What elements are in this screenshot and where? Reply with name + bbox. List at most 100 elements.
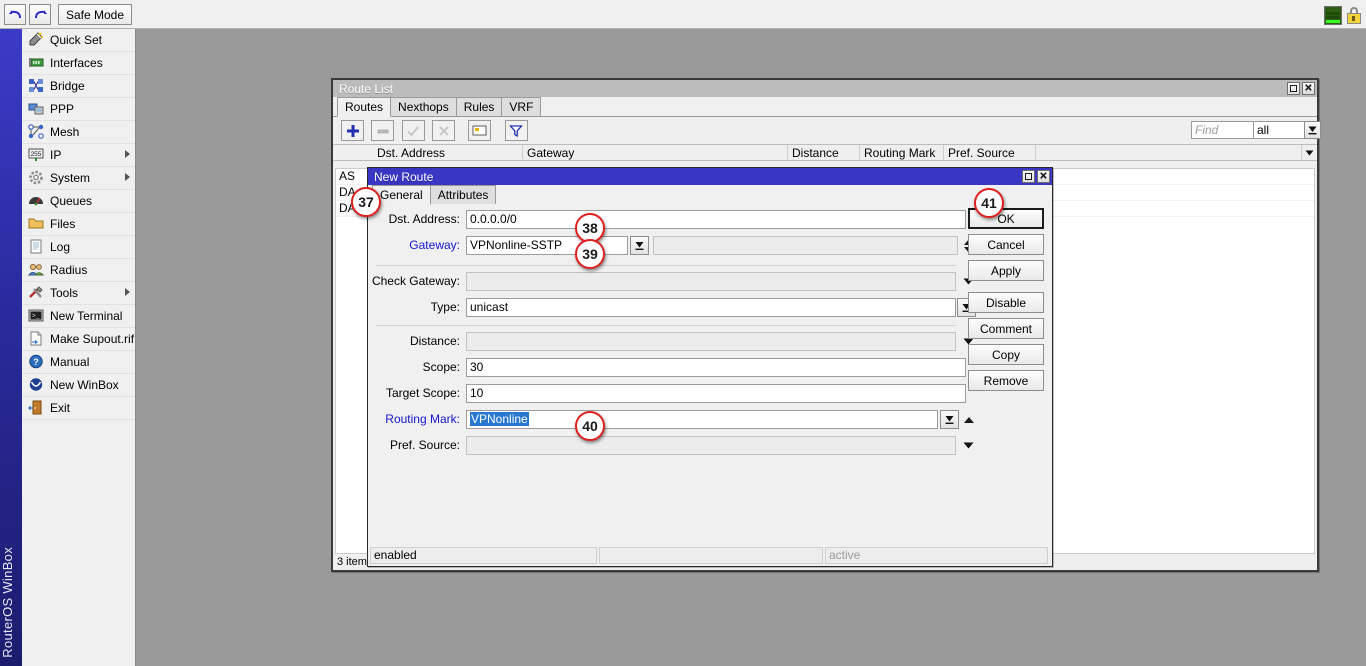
field-input[interactable]	[466, 332, 956, 351]
new-route-dialog: New Route ✕ General Attributes Dst. Addre…	[367, 167, 1053, 567]
sidebar-item-mesh[interactable]: Mesh	[22, 121, 135, 144]
sidebar-item-label: New WinBox	[50, 378, 119, 392]
sidebar-menu: Quick Set Interfaces Bridge PPP Mesh 255 IP Sys…	[22, 29, 135, 420]
sidebar-item-label: Queues	[50, 194, 93, 208]
sidebar-item-make-supout-rif[interactable]: Make Supout.rif	[22, 328, 135, 351]
sidebar-item-label: Exit	[50, 401, 71, 415]
sidebar-item-system[interactable]: System	[22, 167, 135, 190]
column-options-button[interactable]	[1301, 145, 1317, 160]
form-row: Type: unicast	[368, 298, 976, 324]
tab-routes[interactable]: Routes	[337, 97, 392, 117]
sidebar-item-label: Tools	[50, 286, 79, 300]
form-row: Check Gateway:	[368, 272, 973, 298]
callout-badge-37: 37	[351, 187, 381, 217]
sidebar-item-label: Files	[50, 217, 76, 231]
queues-icon	[28, 193, 45, 209]
sidebar-item-bridge[interactable]: Bridge	[22, 75, 135, 98]
status-enabled: enabled	[370, 547, 597, 564]
route-list-maximize-button[interactable]	[1287, 82, 1300, 95]
field-input[interactable]: VPNonline	[466, 410, 938, 429]
chevron-down-icon	[635, 241, 644, 250]
tab-nexthops[interactable]: Nexthops	[390, 97, 457, 116]
new-route-titlebar[interactable]: New Route ✕	[368, 168, 1052, 185]
field-input[interactable]: 30	[466, 358, 966, 377]
field-input[interactable]	[466, 272, 956, 291]
cancel-button[interactable]: Cancel	[968, 234, 1044, 255]
field-label: Distance:	[409, 334, 460, 348]
form-row: Gateway: VPNonline-SSTP	[368, 236, 974, 262]
chevron-down-icon	[963, 442, 973, 449]
disable-button[interactable]: Disable	[968, 292, 1044, 313]
chevron-down-icon	[1308, 126, 1317, 135]
field-label: Target Scope:	[385, 386, 460, 400]
sidebar-item-ppp[interactable]: PPP	[22, 98, 135, 121]
column-header[interactable]: Pref. Source	[944, 145, 1036, 160]
sidebar-item-exit[interactable]: Exit	[22, 397, 135, 420]
new-route-close-button[interactable]: ✕	[1037, 170, 1050, 183]
callout-badge-41: 41	[974, 188, 1004, 218]
field-label: Check Gateway:	[371, 274, 460, 288]
remove-button[interactable]: Remove	[968, 370, 1044, 391]
field-input[interactable]	[466, 436, 956, 455]
undo-icon	[8, 10, 21, 19]
redo-button[interactable]	[29, 4, 51, 25]
sidebar-item-radius[interactable]: Radius	[22, 259, 135, 282]
radius-icon	[27, 262, 45, 278]
column-header[interactable]: Routing Mark	[860, 145, 944, 160]
safe-mode-button[interactable]: Safe Mode	[58, 4, 132, 25]
chevron-down-icon	[1305, 150, 1314, 156]
column-header[interactable]: Dst. Address	[373, 145, 523, 160]
remove-button[interactable]	[371, 120, 395, 141]
sidebar-item-new-winbox[interactable]: New WinBox	[22, 374, 135, 397]
sidebar-item-log[interactable]: Log	[22, 236, 135, 259]
comment-button[interactable]: Comment	[968, 318, 1044, 339]
gateway-dropdown-button[interactable]	[630, 236, 649, 255]
add-button[interactable]	[341, 120, 364, 141]
sidebar-item-interfaces[interactable]: Interfaces	[22, 52, 135, 75]
sidebar-item-tools[interactable]: Tools	[22, 282, 135, 305]
field-label: Pref. Source:	[389, 438, 460, 452]
filter-select[interactable]: all	[1253, 121, 1321, 139]
disable-button[interactable]	[432, 120, 456, 141]
new-route-maximize-button[interactable]	[1022, 170, 1035, 183]
sidebar-item-ip[interactable]: 255 IP	[22, 144, 135, 167]
field-value: VPNonline-SSTP	[470, 238, 563, 252]
field-input[interactable]: 0.0.0.0/0	[466, 210, 966, 229]
gateway-interface-field[interactable]	[653, 236, 958, 255]
filter-button[interactable]	[504, 120, 528, 141]
route-list-close-button[interactable]: ✕	[1302, 82, 1315, 95]
tab-attributes[interactable]: Attributes	[429, 185, 497, 204]
copy-button[interactable]: Copy	[968, 344, 1044, 365]
tab-rules[interactable]: Rules	[455, 97, 503, 116]
tab-vrf[interactable]: VRF	[501, 97, 542, 116]
field-input[interactable]: 10	[466, 384, 966, 403]
sidebar-item-files[interactable]: Files	[22, 213, 135, 236]
apply-button[interactable]: Apply	[968, 260, 1044, 281]
new-winbox-icon	[28, 377, 45, 393]
undo-button[interactable]	[4, 4, 26, 25]
sidebar-item-queues[interactable]: Queues	[22, 190, 135, 213]
field-input[interactable]: unicast	[466, 298, 956, 317]
new-route-content: Dst. Address: 0.0.0.0/0 Gateway: VPNonline-…	[368, 205, 1052, 540]
sidebar-item-new-terminal[interactable]: >_ New Terminal	[22, 305, 135, 328]
sidebar-rail: RouterOS WinBox	[0, 29, 22, 666]
field-dropdown-arrow[interactable]	[961, 436, 975, 455]
find-input[interactable]: Find	[1191, 121, 1255, 139]
form-divider	[376, 265, 956, 266]
enable-button[interactable]	[401, 120, 425, 141]
comment-button[interactable]	[468, 120, 492, 141]
minus-icon	[377, 129, 389, 133]
field-label: Scope:	[422, 360, 460, 374]
sidebar-item-label: PPP	[50, 102, 75, 116]
filter-dropdown-arrow[interactable]	[1304, 121, 1321, 139]
route-list-titlebar[interactable]: Route List ✕	[333, 80, 1317, 97]
column-header[interactable]: Distance	[788, 145, 860, 160]
field-value: 0.0.0.0/0	[470, 212, 517, 226]
routing-mark-dropdown-button[interactable]	[940, 410, 959, 429]
comment-icon	[472, 125, 487, 136]
column-header[interactable]: Gateway	[523, 145, 788, 160]
status-icons	[1324, 6, 1362, 25]
sidebar-item-manual[interactable]: ? Manual	[22, 351, 135, 374]
sidebar-item-quick-set[interactable]: Quick Set	[22, 29, 135, 52]
routing-mark-up-arrow[interactable]	[962, 410, 976, 429]
